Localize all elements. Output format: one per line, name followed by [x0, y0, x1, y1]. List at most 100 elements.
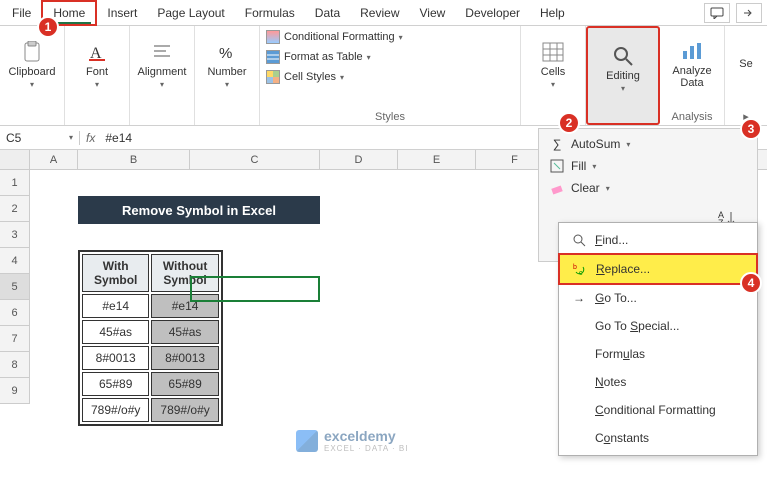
group-styles: Conditional Formatting ▾ Format as Table…	[260, 26, 521, 125]
fill-label: Fill	[571, 159, 586, 173]
alignment-label: Alignment	[138, 66, 187, 78]
row-header-6[interactable]: 6	[0, 300, 29, 326]
menu-goto[interactable]: →Go To...	[559, 284, 757, 312]
group-clipboard: Clipboard ▾	[0, 26, 65, 125]
menu-replace[interactable]: bcReplace...	[558, 253, 758, 285]
chevron-down-icon: ▾	[621, 84, 625, 93]
name-box[interactable]: C5▾	[0, 131, 80, 145]
cell-b6[interactable]: 45#as	[82, 320, 149, 344]
magnifier-icon	[571, 232, 587, 248]
group-editing: Editing ▾	[586, 26, 660, 125]
format-as-table-button[interactable]: Format as Table ▾	[266, 50, 371, 64]
cell-b5[interactable]: #e14	[82, 294, 149, 318]
svg-text:b: b	[573, 264, 577, 271]
menu-view[interactable]: View	[410, 2, 456, 24]
menu-formulas[interactable]: Formulas	[559, 340, 757, 368]
cell-styles-icon	[266, 70, 280, 84]
cells-button[interactable]: Cells ▾	[527, 30, 579, 98]
cell-b7[interactable]: 8#0013	[82, 346, 149, 370]
menu-data[interactable]: Data	[305, 2, 350, 24]
row-header-5[interactable]: 5	[0, 274, 29, 300]
chevron-down-icon: ▾	[69, 133, 73, 142]
cell-c9[interactable]: 789#/o#y	[151, 398, 218, 422]
col-header-b[interactable]: B	[78, 150, 190, 169]
editing-button[interactable]: Editing ▾	[594, 32, 652, 104]
col-header-a[interactable]: A	[30, 150, 78, 169]
chevron-down-icon: ▾	[95, 80, 99, 89]
select-all-corner[interactable]	[0, 150, 30, 169]
watermark: exceldemy EXCEL · DATA · BI	[296, 428, 408, 453]
row-header-1[interactable]: 1	[0, 170, 29, 196]
col-header-d[interactable]: D	[320, 150, 398, 169]
chevron-down-icon: ▾	[225, 80, 229, 89]
row-header-4[interactable]: 4	[0, 248, 29, 274]
se-label: Se	[739, 58, 752, 70]
cell-b8[interactable]: 65#89	[82, 372, 149, 396]
font-button[interactable]: A Font ▾	[71, 30, 123, 98]
menu-file[interactable]: File	[2, 2, 41, 24]
fill-button[interactable]: Fill ▾	[539, 155, 757, 177]
menu-cond-fmt[interactable]: Conditional Formatting	[559, 396, 757, 424]
cond-fmt-icon	[266, 30, 280, 44]
fx-icon[interactable]: fx	[80, 131, 101, 145]
menu-formulas[interactable]: Formulas	[235, 2, 305, 24]
row-headers: 1 2 3 4 5 6 7 8 9	[0, 170, 30, 404]
chevron-down-icon: ▾	[160, 80, 164, 89]
comment-icon	[710, 7, 724, 19]
analyze-label: Analyze Data	[670, 65, 714, 89]
chevron-down-icon: ▾	[340, 73, 344, 82]
clipboard-button[interactable]: Clipboard ▾	[6, 30, 58, 98]
row-header-3[interactable]: 3	[0, 222, 29, 248]
col-header-c[interactable]: C	[190, 150, 320, 169]
alignment-button[interactable]: Alignment ▾	[136, 30, 188, 98]
menu-constants[interactable]: Constants	[559, 424, 757, 452]
group-cells: Cells ▾	[521, 26, 586, 125]
row-header-2[interactable]: 2	[0, 196, 29, 222]
group-number: % Number ▾	[195, 26, 260, 125]
group-overflow: Se ▸	[725, 26, 767, 125]
percent-icon: %	[215, 40, 239, 64]
th-with-symbol: With Symbol	[82, 254, 149, 292]
find-select-menu: Find... bcReplace... →Go To... Go To Spe…	[558, 222, 758, 456]
cell-b9[interactable]: 789#/o#y	[82, 398, 149, 422]
replace-icon: bc	[572, 261, 588, 277]
clipboard-icon	[20, 40, 44, 64]
cell-styles-label: Cell Styles	[284, 71, 336, 83]
se-button[interactable]: Se	[731, 30, 761, 98]
comments-button[interactable]	[704, 3, 730, 23]
clear-button[interactable]: Clear ▾	[539, 177, 757, 199]
formula-value[interactable]: #e14	[101, 131, 136, 145]
chevron-down-icon: ▾	[592, 162, 596, 171]
cell-styles-button[interactable]: Cell Styles ▾	[266, 70, 344, 84]
share-button[interactable]	[736, 3, 762, 23]
menu-notes[interactable]: Notes	[559, 368, 757, 396]
col-header-e[interactable]: E	[398, 150, 476, 169]
chart-icon	[680, 39, 704, 63]
cell-c5[interactable]: #e14	[151, 294, 218, 318]
menu-page-layout[interactable]: Page Layout	[147, 2, 234, 24]
chevron-down-icon: ▾	[551, 80, 555, 89]
number-button[interactable]: % Number ▾	[201, 30, 253, 98]
analyze-data-button[interactable]: Analyze Data	[666, 30, 718, 98]
menu-review[interactable]: Review	[350, 2, 409, 24]
menu-insert[interactable]: Insert	[97, 2, 147, 24]
row-header-8[interactable]: 8	[0, 352, 29, 378]
cell-c6[interactable]: 45#as	[151, 320, 218, 344]
group-font: A Font ▾	[65, 26, 130, 125]
conditional-formatting-button[interactable]: Conditional Formatting ▾	[266, 30, 403, 44]
autosum-button[interactable]: ∑AutoSum ▾	[539, 133, 757, 155]
font-label: Font	[86, 66, 108, 78]
th-without-symbol: Without Symbol	[151, 254, 218, 292]
callout-3: 3	[740, 118, 762, 140]
row-header-7[interactable]: 7	[0, 326, 29, 352]
number-label: Number	[207, 66, 246, 78]
cell-c8[interactable]: 65#89	[151, 372, 218, 396]
menu-goto-special[interactable]: Go To Special...	[559, 312, 757, 340]
menu-help[interactable]: Help	[530, 2, 575, 24]
menu-find[interactable]: Find...	[559, 226, 757, 254]
callout-4: 4	[740, 272, 762, 294]
cell-c7[interactable]: 8#0013	[151, 346, 218, 370]
clipboard-label: Clipboard	[8, 66, 55, 78]
menu-developer[interactable]: Developer	[455, 2, 530, 24]
row-header-9[interactable]: 9	[0, 378, 29, 404]
